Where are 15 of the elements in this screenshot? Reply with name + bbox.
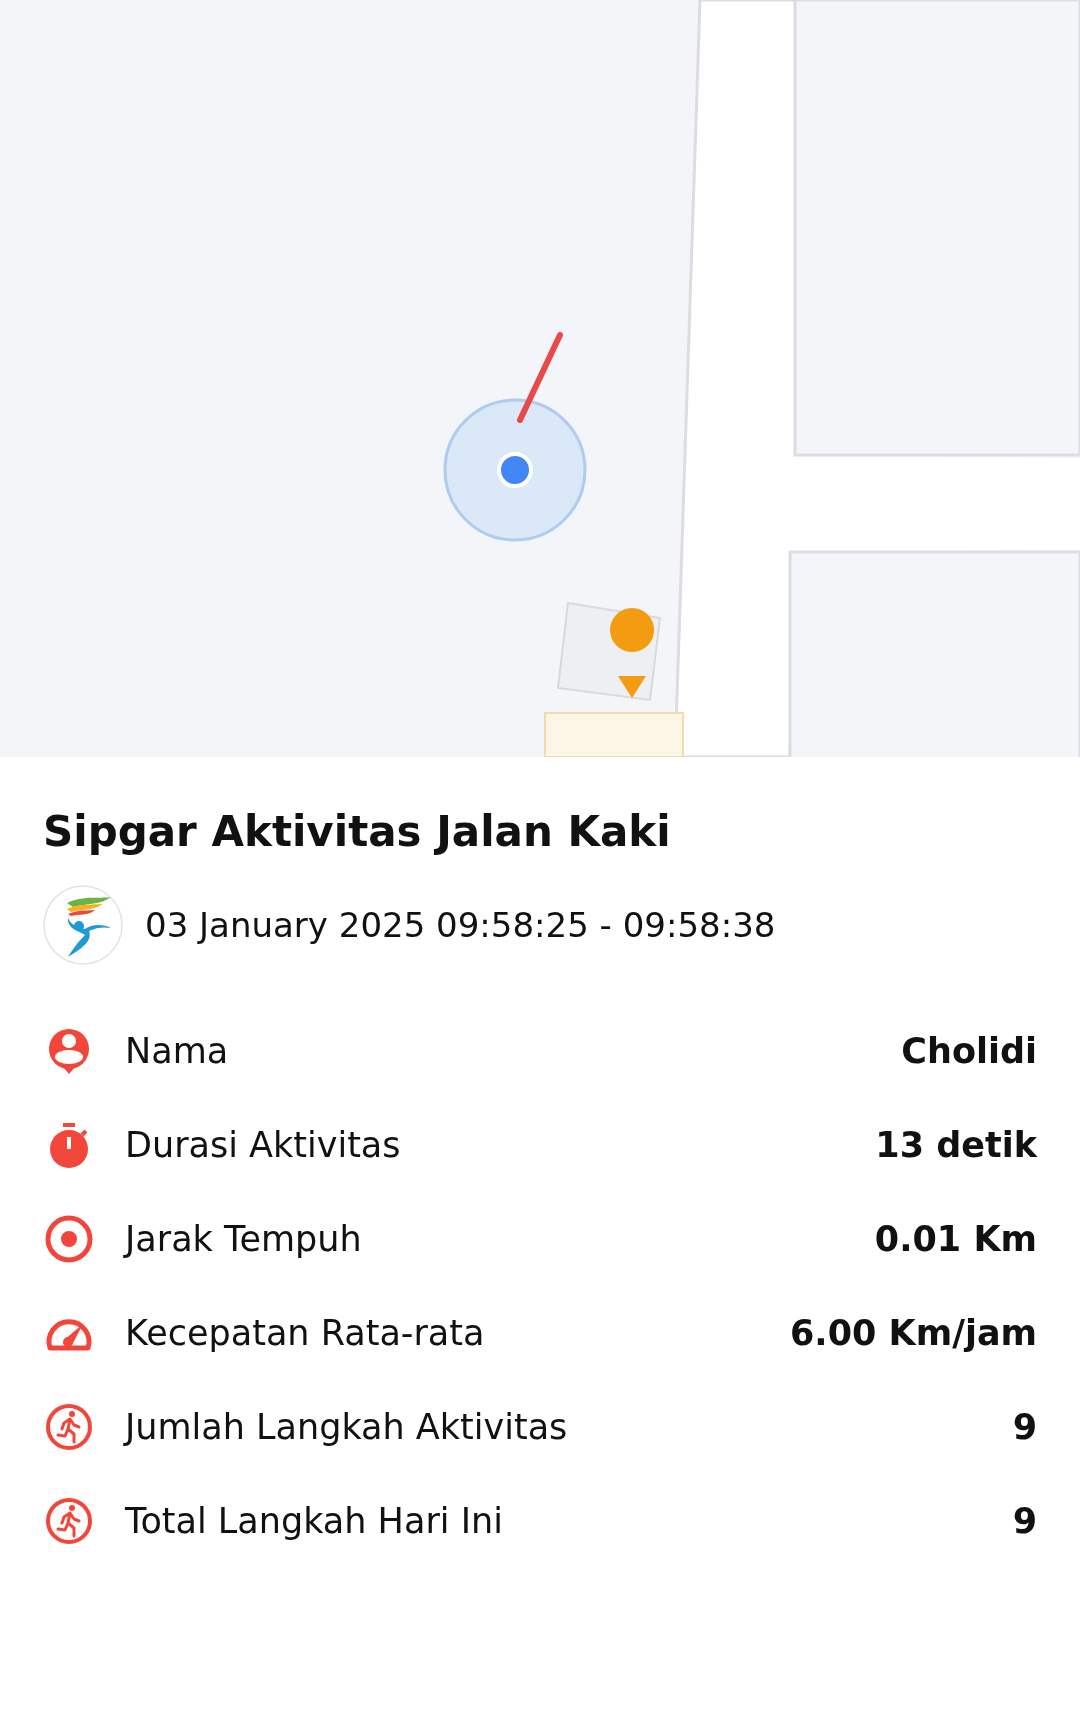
stat-label: Nama xyxy=(125,1031,230,1072)
stat-label: Total Langkah Hari Ini xyxy=(125,1501,504,1542)
date-time-range: 03 January 2025 09:58:25 - 09:58:38 xyxy=(145,905,776,946)
stat-label: Durasi Aktivitas xyxy=(125,1125,402,1166)
stat-value: 0.01 Km xyxy=(874,1219,1037,1260)
stat-label: Jumlah Langkah Aktivitas xyxy=(125,1407,569,1448)
activity-title: Sipgar Aktivitas Jalan Kaki xyxy=(43,807,672,858)
stat-value: 9 xyxy=(1012,1407,1037,1448)
stat-value: Cholidi xyxy=(901,1031,1037,1072)
stat-value: 9 xyxy=(1012,1501,1037,1542)
stat-label: Jarak Tempuh xyxy=(125,1219,363,1260)
logo-icon xyxy=(43,885,123,966)
stat-value: 13 detik xyxy=(875,1125,1037,1166)
stat-label: Kecepatan Rata-rata xyxy=(125,1313,486,1354)
stat-value: 6.00 Km/jam xyxy=(790,1313,1037,1354)
